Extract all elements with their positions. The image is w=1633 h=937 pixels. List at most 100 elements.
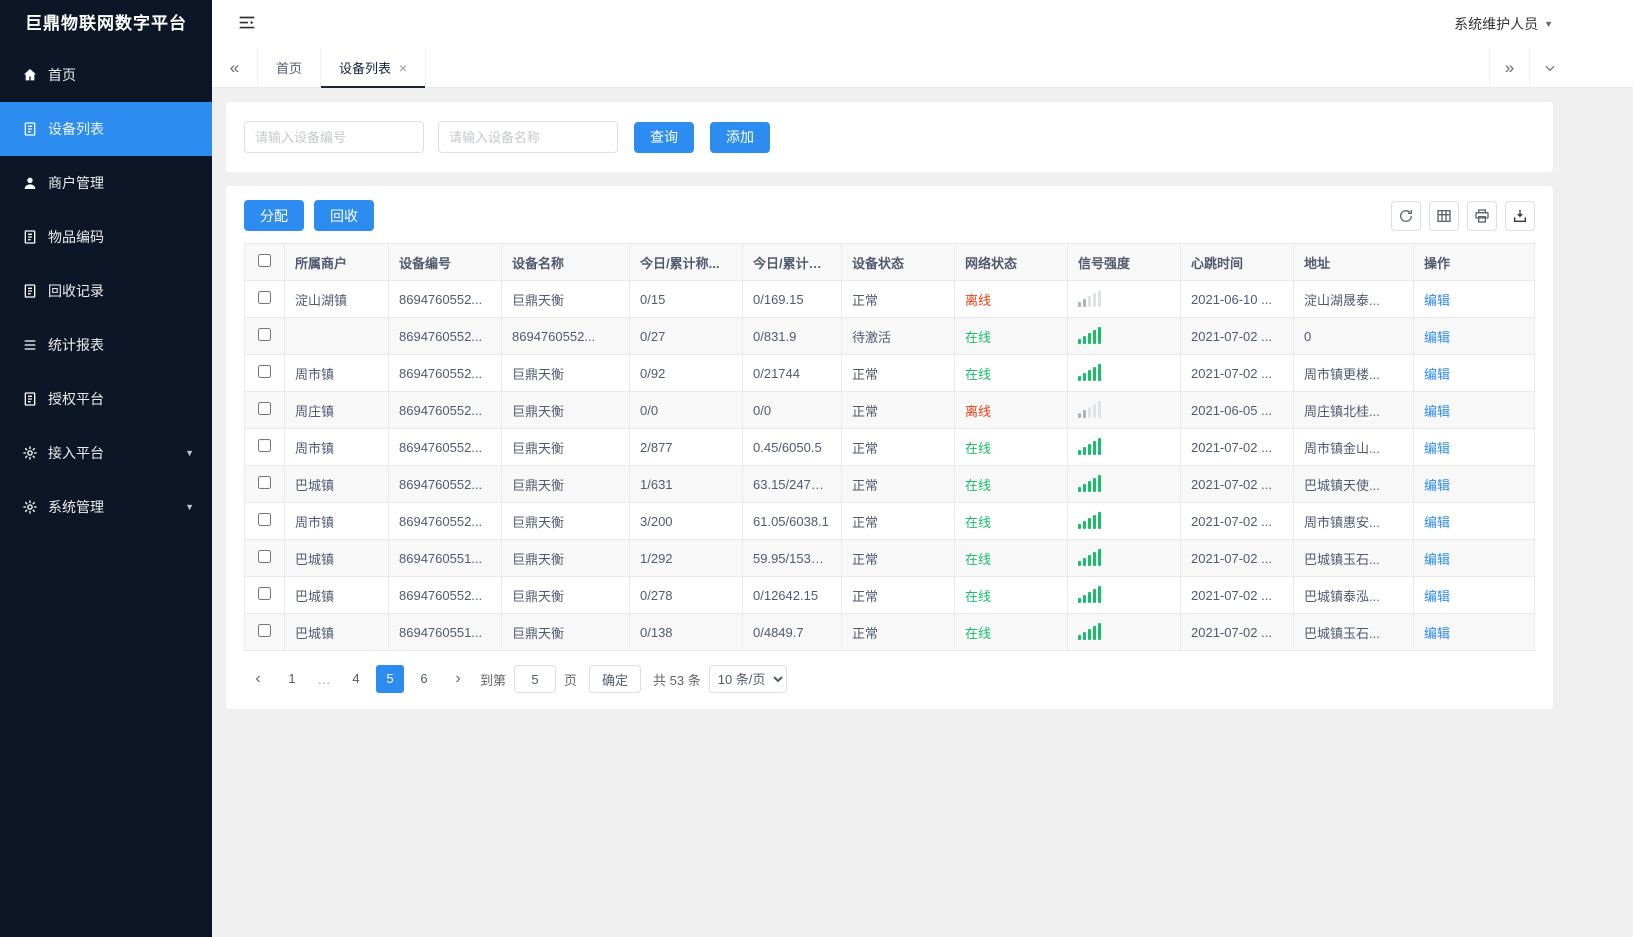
sidebar-item-label: 物品编码 (48, 229, 104, 245)
sidebar-collapse-icon[interactable] (236, 12, 260, 36)
cell-merchant: 淀山湖镇 (284, 280, 389, 318)
page-number-5[interactable]: 5 (376, 665, 404, 693)
cell-network-status: 在线 (954, 317, 1068, 355)
assign-button[interactable]: 分配 (244, 200, 304, 231)
cell-network-status: 在线 (954, 539, 1068, 577)
cell-heartbeat: 2021-06-10 ... (1180, 280, 1294, 318)
tabs-scroll-left-icon[interactable]: « (212, 48, 258, 87)
print-button[interactable] (1467, 200, 1497, 231)
confirm-button[interactable]: 确定 (589, 665, 642, 693)
user-menu[interactable]: 系统维护人员 ▼ (1454, 14, 1553, 34)
cell-today-weight: 63.15/24785... (742, 465, 842, 503)
edit-link[interactable]: 编辑 (1424, 515, 1450, 530)
sidebar-item-stats-report[interactable]: 统计报表 (0, 318, 212, 372)
cell-signal (1067, 391, 1181, 429)
tab-home[interactable]: 首页 (258, 48, 322, 87)
edit-link[interactable]: 编辑 (1424, 589, 1450, 604)
cell-device-no: 8694760552... (388, 280, 502, 318)
sidebar-item-access-platform[interactable]: 接入平台 ▼ (0, 426, 212, 480)
cell-device-status: 正常 (841, 465, 955, 503)
table-row: 巴城镇 8694760551... 巨鼎天衡 1/292 59.95/15382... 正… (244, 539, 1535, 577)
refresh-icon (1398, 208, 1414, 224)
edit-link[interactable]: 编辑 (1424, 404, 1450, 419)
refresh-button[interactable] (1391, 200, 1421, 231)
cell-signal (1067, 428, 1181, 466)
print-icon (1474, 208, 1490, 224)
merchant-icon (22, 175, 38, 191)
cell-signal (1067, 502, 1181, 540)
edit-link[interactable]: 编辑 (1424, 478, 1450, 493)
tab-device-list[interactable]: 设备列表 × (321, 48, 427, 88)
cell-today-weight: 0/4849.7 (742, 613, 842, 651)
column-header: 地址 (1293, 243, 1414, 281)
cell-device-name: 巨鼎天衡 (501, 280, 630, 318)
columns-button[interactable] (1429, 200, 1459, 231)
cell-device-status: 待激活 (841, 317, 955, 355)
sidebar-item-recycle-record[interactable]: 回收记录 (0, 264, 212, 318)
cell-device-no: 8694760552... (388, 354, 502, 392)
row-checkbox[interactable] (258, 328, 271, 341)
edit-link[interactable]: 编辑 (1424, 367, 1450, 382)
edit-link[interactable]: 编辑 (1424, 626, 1450, 641)
cell-today-weight: 0/169.15 (742, 280, 842, 318)
sidebar-item-item-code[interactable]: 物品编码 (0, 210, 212, 264)
tab-label: 首页 (276, 61, 303, 76)
export-button[interactable] (1505, 200, 1535, 231)
tabs-scroll-right-icon[interactable]: » (1489, 48, 1529, 87)
jump-page-input[interactable] (514, 665, 557, 693)
row-checkbox[interactable] (258, 476, 271, 489)
edit-link[interactable]: 编辑 (1424, 441, 1450, 456)
sidebar-item-merchant-manage[interactable]: 商户管理 (0, 156, 212, 210)
close-icon[interactable]: × (399, 61, 407, 75)
row-checkbox[interactable] (258, 402, 271, 415)
row-checkbox[interactable] (258, 624, 271, 637)
row-checkbox[interactable] (258, 513, 271, 526)
row-checkbox[interactable] (258, 439, 271, 452)
cell-today-count: 0/138 (629, 613, 743, 651)
row-checkbox[interactable] (258, 365, 271, 378)
table-toolbar: 分配 回收 (244, 200, 1535, 231)
sidebar-item-home[interactable]: 首页 (0, 48, 212, 102)
cell-device-no: 8694760551... (388, 613, 502, 651)
cell-heartbeat: 2021-07-02 ... (1180, 539, 1294, 577)
device-no-input[interactable] (244, 121, 424, 153)
edit-link[interactable]: 编辑 (1424, 552, 1450, 567)
table-row: 巴城镇 8694760552... 巨鼎天衡 0/278 0/12642.15 正常 在线 2… (244, 576, 1535, 614)
cell-device-name: 巨鼎天衡 (501, 391, 630, 429)
tabs-menu-icon[interactable] (1529, 48, 1569, 87)
device-name-input[interactable] (438, 121, 618, 153)
page-number-6[interactable]: 6 (410, 665, 438, 693)
cell-heartbeat: 2021-07-02 ... (1180, 317, 1294, 355)
prev-page-icon[interactable]: ‹ (244, 665, 272, 693)
sidebar-item-auth-platform[interactable]: 授权平台 (0, 372, 212, 426)
cell-merchant (284, 317, 389, 355)
query-button[interactable]: 查询 (634, 121, 694, 153)
sidebar-item-device-list[interactable]: 设备列表 (0, 102, 212, 156)
chevron-down-icon: ▼ (185, 502, 194, 512)
cell-merchant: 周市镇 (284, 354, 389, 392)
sidebar-item-system-manage[interactable]: 系统管理 ▼ (0, 480, 212, 534)
sidebar-item-label: 统计报表 (48, 337, 104, 353)
cell-device-name: 巨鼎天衡 (501, 428, 630, 466)
cell-device-no: 8694760552... (388, 428, 502, 466)
row-checkbox[interactable] (258, 587, 271, 600)
cell-heartbeat: 2021-07-02 ... (1180, 465, 1294, 503)
row-checkbox[interactable] (258, 291, 271, 304)
page-number-4[interactable]: 4 (342, 665, 370, 693)
cell-today-weight: 61.05/6038.1 (742, 502, 842, 540)
edit-link[interactable]: 编辑 (1424, 293, 1450, 308)
recycle-button[interactable]: 回收 (314, 200, 374, 231)
cell-heartbeat: 2021-07-02 ... (1180, 502, 1294, 540)
tabbar: « 首页 设备列表 × » (212, 48, 1633, 88)
row-checkbox[interactable] (258, 550, 271, 563)
table-row: 周庄镇 8694760552... 巨鼎天衡 0/0 0/0 正常 离线 2021-06-05… (244, 391, 1535, 429)
cell-today-weight: 0/12642.15 (742, 576, 842, 614)
select-all-checkbox[interactable] (258, 254, 271, 267)
page-size-select[interactable]: 10 条/页 (708, 665, 787, 693)
user-name: 系统维护人员 (1454, 16, 1539, 32)
next-page-icon[interactable]: › (444, 665, 472, 693)
add-button[interactable]: 添加 (710, 121, 770, 153)
page-number-1[interactable]: 1 (278, 665, 306, 693)
edit-link[interactable]: 编辑 (1424, 330, 1450, 345)
column-header: 所属商户 (284, 243, 389, 281)
